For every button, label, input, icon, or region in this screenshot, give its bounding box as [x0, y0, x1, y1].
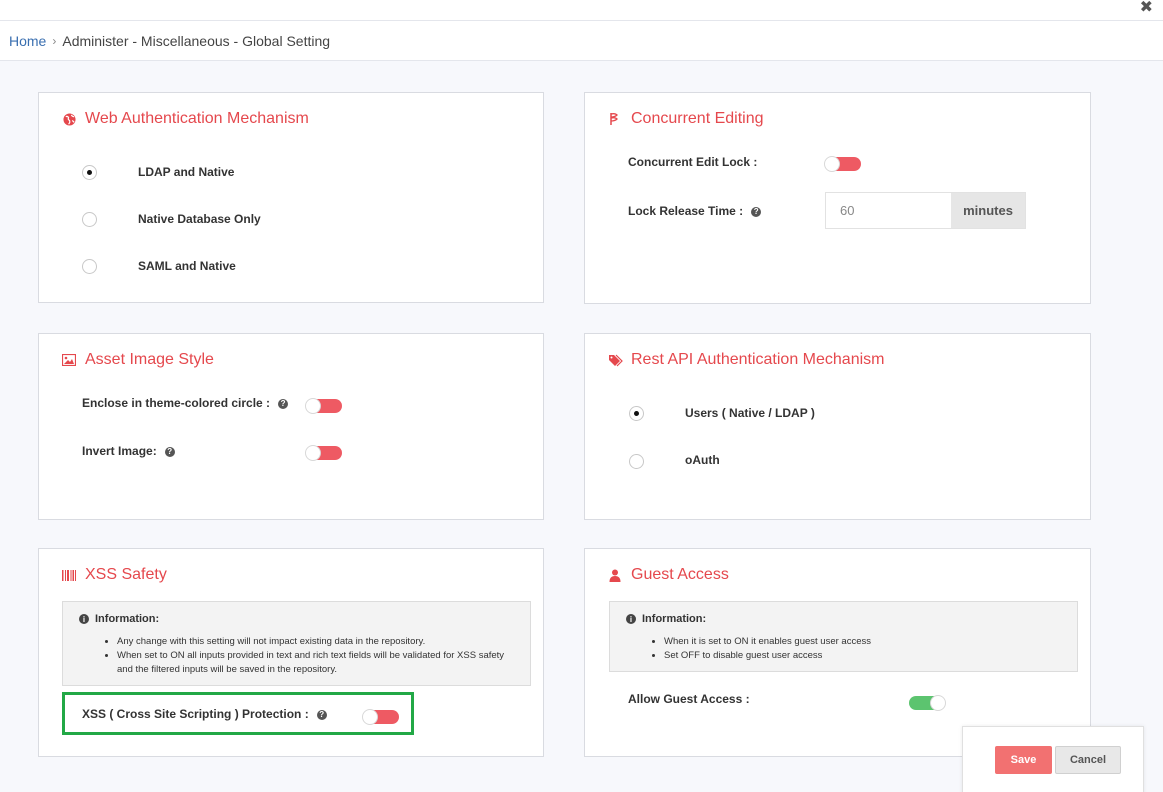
help-icon[interactable]: ? [164, 446, 175, 457]
info-title: Information: [642, 613, 707, 625]
web-auth-title: Web Authentication Mechanism [85, 110, 309, 127]
image-icon [61, 354, 77, 366]
info-item: When set to ON all inputs provided in te… [117, 649, 504, 663]
tags-icon [607, 354, 623, 367]
asset-image-style-title: Asset Image Style [85, 351, 214, 368]
panel-title: XSS Safety [61, 566, 167, 584]
guest-access-title: Guest Access [631, 566, 729, 583]
globe-icon [61, 112, 77, 126]
radio-label-saml-native: SAML and Native [138, 259, 236, 273]
xss-protection-highlight [62, 692, 414, 735]
radio-label-ldap-native: LDAP and Native [138, 165, 235, 179]
xss-safety-title: XSS Safety [85, 566, 167, 583]
concurrent-editing-title: Concurrent Editing [631, 110, 764, 127]
panel-title: Guest Access [607, 566, 729, 584]
concurrent-edit-lock-toggle[interactable] [824, 156, 861, 172]
asset-image-style-panel: Asset Image Style Enclose in theme-color… [38, 333, 544, 520]
radio-label-oauth: oAuth [685, 453, 720, 467]
radio-native-database[interactable] [82, 212, 97, 227]
barcode-icon [61, 569, 77, 581]
guest-info-box: i Information: When it is set to ON it e… [609, 601, 1078, 672]
breadcrumb-home-link[interactable]: Home [9, 33, 46, 49]
concurrent-edit-lock-label: Concurrent Edit Lock : [628, 155, 758, 169]
info-item: When it is set to ON it enables guest us… [664, 635, 871, 649]
toggle-knob [305, 445, 321, 461]
invert-image-label: Invert Image:? [82, 444, 175, 458]
radio-label-users-native-ldap: Users ( Native / LDAP ) [685, 406, 815, 420]
enclose-circle-label: Enclose in theme-colored circle :? [82, 396, 289, 410]
invert-image-text: Invert Image: [82, 444, 157, 458]
info-title: Information: [95, 613, 160, 625]
close-icon[interactable]: ✖ [1140, 0, 1153, 16]
info-item: and the filtered inputs will be saved in… [117, 664, 338, 675]
breadcrumb: Home › Administer - Miscellaneous - Glob… [0, 21, 1163, 61]
chevron-right-icon: › [52, 33, 57, 48]
allow-guest-access-label: Allow Guest Access : [628, 692, 750, 706]
action-bar: Save Cancel [962, 726, 1144, 792]
minutes-addon: minutes [951, 193, 1025, 228]
help-icon[interactable]: ? [278, 398, 289, 409]
enclose-circle-text: Enclose in theme-colored circle : [82, 396, 271, 410]
flag-icon [607, 112, 623, 126]
web-auth-panel: Web Authentication Mechanism LDAP and Na… [38, 92, 544, 303]
toggle-knob [305, 398, 321, 414]
lock-release-time-input[interactable] [826, 193, 951, 228]
info-item: Set OFF to disable guest user access [664, 649, 871, 663]
rest-api-auth-panel: Rest API Authentication Mechanism Users … [584, 333, 1091, 520]
save-button[interactable]: Save [995, 746, 1052, 774]
top-bar: ✖ [0, 0, 1163, 21]
rest-api-auth-title: Rest API Authentication Mechanism [631, 351, 885, 368]
info-heading: i Information: [79, 613, 159, 625]
lock-release-time-group: minutes [825, 192, 1026, 229]
breadcrumb-current: Administer - Miscellaneous - Global Sett… [62, 32, 331, 49]
info-icon: i [79, 614, 89, 624]
cancel-button[interactable]: Cancel [1055, 746, 1121, 774]
info-list: Any change with this setting will not im… [117, 635, 504, 677]
info-heading: i Information: [626, 613, 706, 625]
toggle-knob [824, 156, 840, 172]
radio-saml-native[interactable] [82, 259, 97, 274]
allow-guest-access-toggle[interactable] [909, 695, 946, 711]
enclose-circle-toggle[interactable] [305, 398, 342, 414]
info-icon: i [626, 614, 636, 624]
invert-image-toggle[interactable] [305, 445, 342, 461]
help-icon[interactable]: ? [751, 206, 762, 217]
panel-title: Rest API Authentication Mechanism [607, 351, 884, 369]
radio-ldap-native[interactable] [82, 165, 97, 180]
lock-release-time-text: Lock Release Time : [628, 204, 744, 218]
radio-label-native-database: Native Database Only [138, 212, 261, 226]
xss-info-box: i Information: Any change with this sett… [62, 601, 531, 686]
panel-title: Web Authentication Mechanism [61, 110, 309, 128]
toggle-knob [930, 695, 946, 711]
panel-title: Asset Image Style [61, 351, 214, 369]
info-list: When it is set to ON it enables guest us… [664, 635, 871, 663]
radio-oauth[interactable] [629, 454, 644, 469]
info-item: Any change with this setting will not im… [117, 635, 504, 649]
lock-release-time-label: Lock Release Time :? [628, 204, 762, 218]
panel-title: Concurrent Editing [607, 110, 764, 128]
user-icon [607, 569, 623, 582]
concurrent-editing-panel: Concurrent Editing Concurrent Edit Lock … [584, 92, 1091, 304]
radio-users-native-ldap[interactable] [629, 406, 644, 421]
